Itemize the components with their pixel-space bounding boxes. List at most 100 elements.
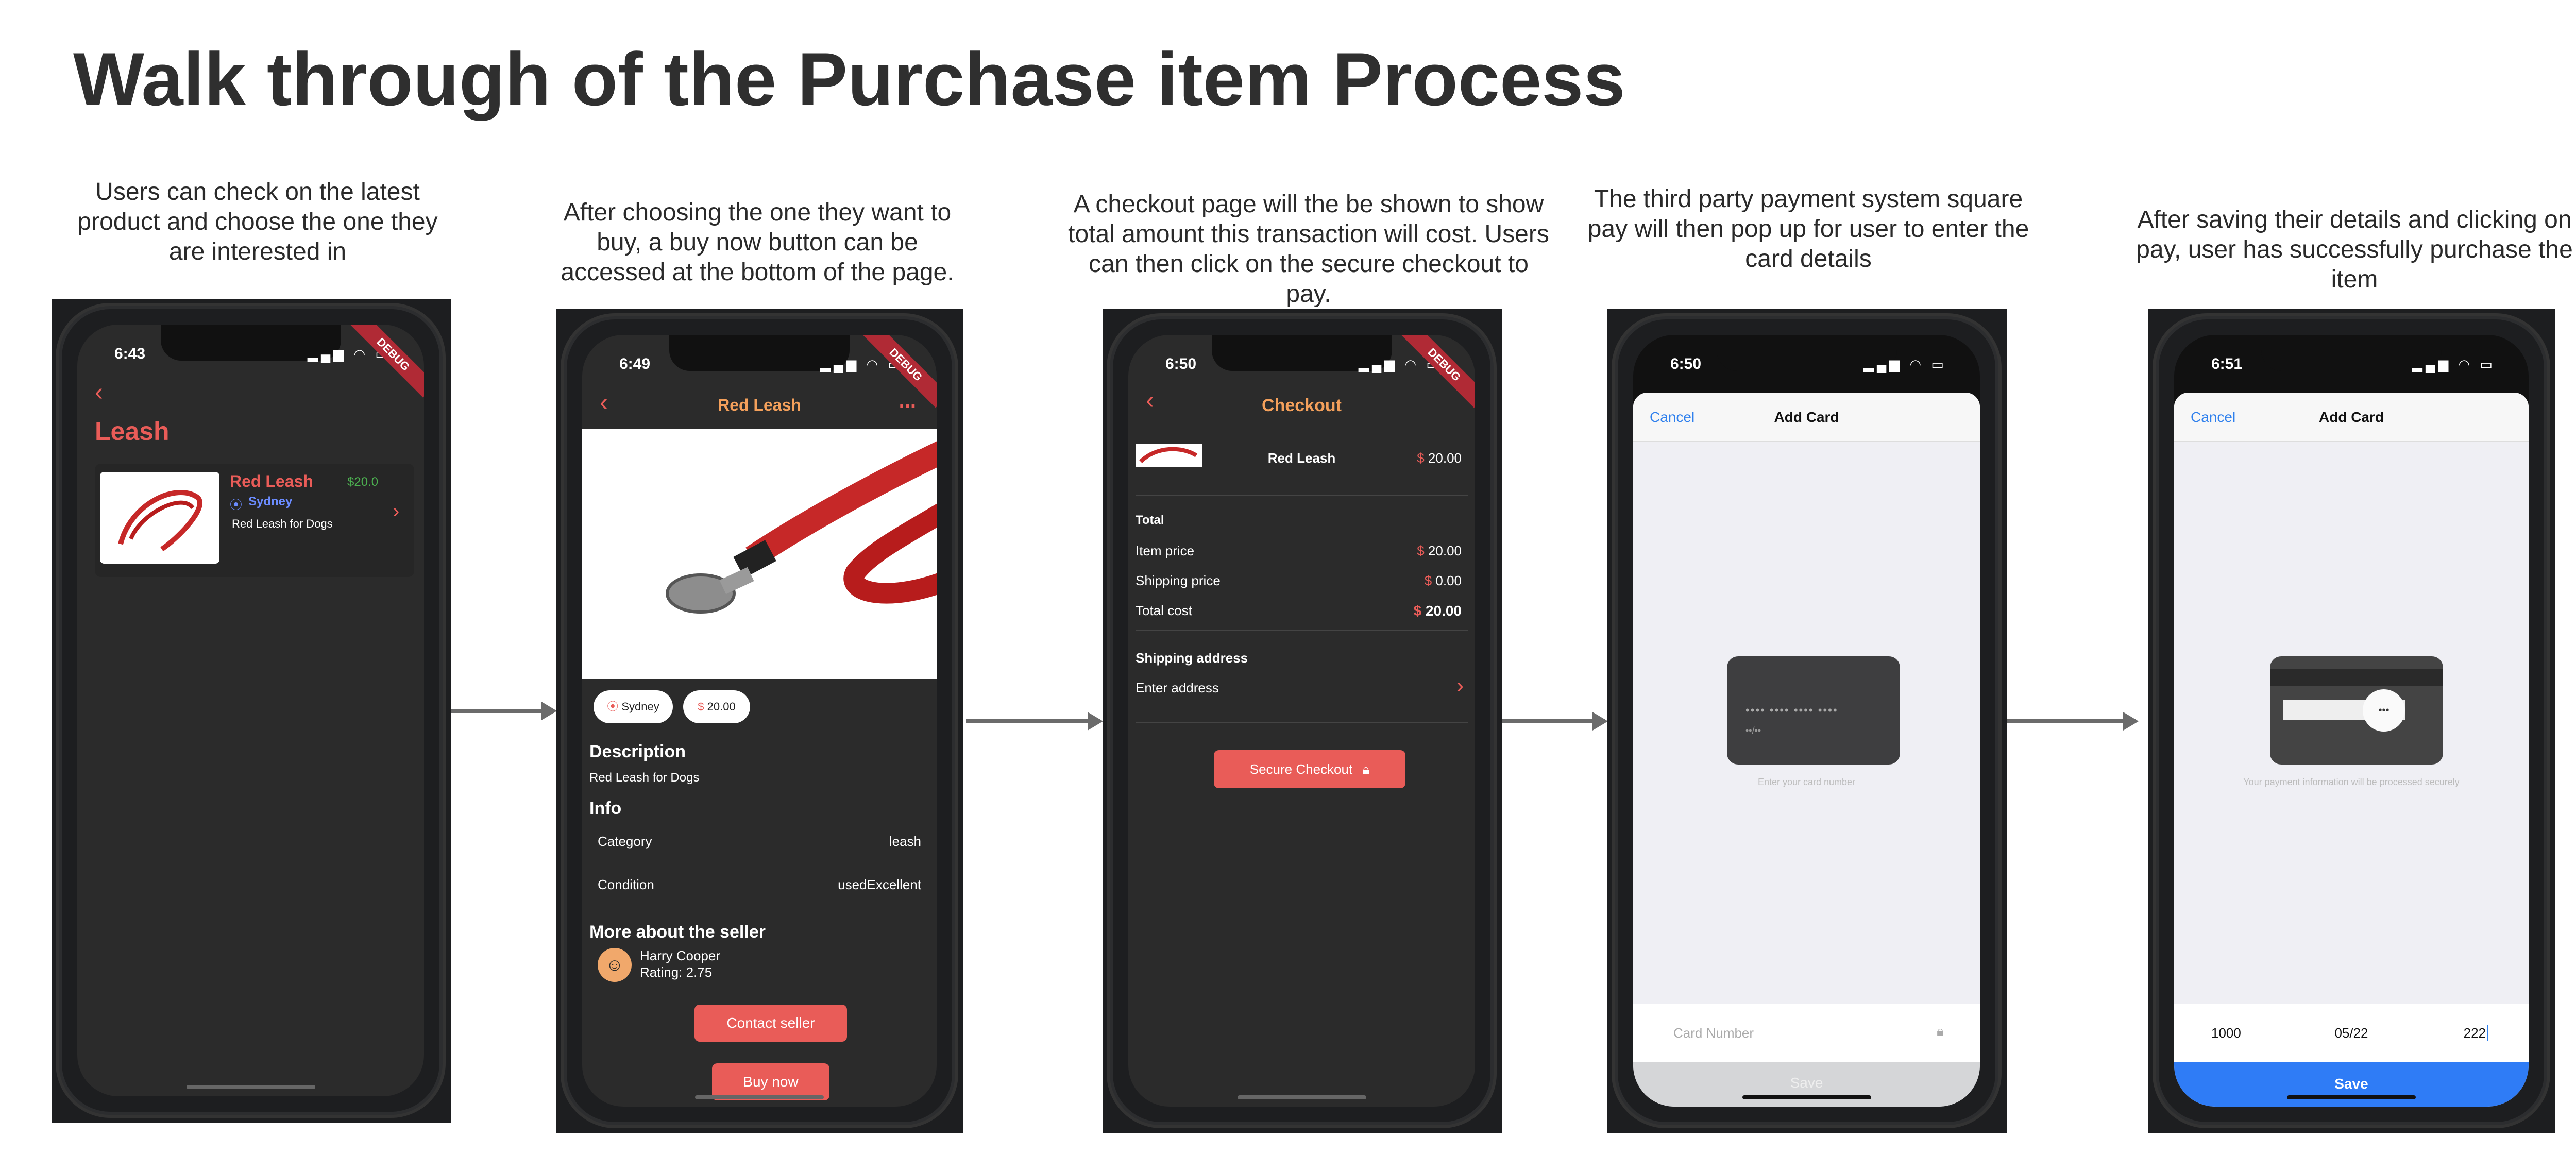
total-cost-value: 20.00 — [1425, 603, 1462, 619]
flow-arrow — [1502, 712, 1608, 731]
location-pin-icon: ⦿ — [230, 498, 242, 512]
shipping-price-value: 0.00 — [1435, 573, 1462, 588]
product-thumbnail — [100, 472, 219, 564]
flow-arrow — [451, 702, 557, 720]
shipping-address-heading: Shipping address — [1136, 650, 1248, 666]
info-heading: Info — [589, 799, 622, 818]
home-indicator — [1237, 1095, 1366, 1099]
product-location: Sydney — [248, 495, 293, 508]
description-heading: Description — [589, 742, 686, 761]
price-chip: $ 20.00 — [683, 690, 750, 723]
enter-address-label: Enter address — [1136, 680, 1219, 695]
card-back-illustration: ••• — [2270, 656, 2443, 765]
chevron-right-icon: › — [393, 500, 400, 522]
phone-screen: 6:50 ▂▄▆ ◠ ▭ DEBUG ‹ Checkout Red Leash … — [1128, 335, 1475, 1107]
cvv-highlight: ••• — [2363, 689, 2405, 732]
phone-frame: 6:50 ▂▄▆ ◠ ▭ DEBUG ‹ Checkout Red Leash … — [1110, 316, 1494, 1125]
page-heading: Leash — [95, 417, 170, 446]
lock-icon: 🔒︎ — [1937, 1023, 1944, 1039]
screenshot-1: 6:43 ▂▄▆ ◠ ▭ DEBUG ‹ Leash Red Leash $20… — [52, 299, 451, 1123]
phone-frame: 6:50 ▂▄▆ ◠ ▭ Cancel Add Card •••• •••• •… — [1615, 316, 1998, 1125]
total-cost-value-wrap: $ 20.00 — [1414, 603, 1462, 619]
condition-label: Condition — [598, 877, 654, 892]
currency-symbol: $ — [1413, 603, 1422, 619]
card-number-field[interactable]: Card Number 🔒︎ — [1633, 1004, 1980, 1062]
item-price-value: 20.00 — [1428, 543, 1462, 558]
home-indicator — [186, 1085, 315, 1089]
screenshot-4: 6:50 ▂▄▆ ◠ ▭ Cancel Add Card •••• •••• •… — [1607, 309, 2007, 1133]
checkout-item-price-wrap: $ 20.00 — [1417, 450, 1462, 466]
item-price-label: Item price — [1136, 543, 1195, 558]
lock-icon: 🔒︎ — [1362, 761, 1370, 777]
currency-symbol: $ — [698, 700, 704, 713]
total-cost-label: Total cost — [1136, 603, 1192, 618]
caption-step-3: A checkout page will the be shown to sho… — [1068, 191, 1549, 308]
card-masked-expiry: ••/•• — [1745, 725, 1761, 736]
enter-address-row[interactable]: Enter address › — [1136, 673, 1468, 704]
product-image — [582, 429, 937, 679]
condition-value: usedExcellent — [838, 877, 921, 892]
divider — [1136, 722, 1468, 723]
description-text: Red Leash for Dogs — [589, 771, 700, 785]
caption-step-5: After saving their details and clicking … — [2136, 206, 2573, 293]
page-title: Walk through of the Purchase item Proces… — [73, 37, 1625, 121]
currency-symbol: $ — [1417, 450, 1425, 466]
card-hint: Enter your card number — [1757, 777, 1856, 787]
phone-frame: 6:49 ▂▄▆ ◠ ▭ DEBUG ‹ Red Leash ... ⦿ Syd… — [564, 316, 955, 1125]
status-time: 6:50 — [1670, 355, 1702, 372]
shipping-price-label: Shipping price — [1136, 573, 1221, 588]
location-chip: ⦿ Sydney — [594, 690, 673, 723]
product-name: Red Leash — [230, 472, 313, 490]
status-time: 6:50 — [1165, 355, 1197, 372]
flow-arrow — [966, 712, 1103, 731]
screenshot-3: 6:50 ▂▄▆ ◠ ▭ DEBUG ‹ Checkout Red Leash … — [1103, 309, 1502, 1133]
save-button[interactable]: Save — [1633, 1062, 1980, 1107]
total-heading: Total — [1136, 513, 1164, 527]
more-menu-icon[interactable]: ... — [899, 389, 916, 413]
contact-seller-button[interactable]: Contact seller — [694, 1005, 847, 1042]
home-indicator — [695, 1095, 824, 1099]
card-details-field[interactable]: 1000 05/22 222 — [2174, 1004, 2529, 1062]
status-icons: ▂▄▆ ◠ ▭ — [2412, 357, 2496, 372]
avatar: ☺ — [598, 948, 632, 982]
caption-step-4: The third party payment system square pa… — [1587, 185, 2029, 273]
home-indicator — [2287, 1095, 2416, 1099]
back-icon[interactable]: ‹ — [95, 378, 103, 406]
product-price: $20.0 — [347, 475, 379, 489]
screenshot-5: 6:51 ▂▄▆ ◠ ▭ Cancel Add Card ••• Your pa… — [2148, 309, 2555, 1133]
header-title: Red Leash — [718, 396, 801, 414]
card-masked-number: •••• •••• •••• •••• — [1745, 704, 1838, 717]
product-description: Red Leash for Dogs — [232, 517, 333, 530]
phone-screen: 6:49 ▂▄▆ ◠ ▭ DEBUG ‹ Red Leash ... ⦿ Syd… — [582, 335, 937, 1107]
cvv-value[interactable]: 222 — [2464, 1025, 2488, 1041]
sheet-header: Cancel Add Card — [1633, 393, 1980, 442]
home-indicator — [1742, 1095, 1871, 1099]
card-number-placeholder: Card Number — [1673, 1025, 1754, 1041]
payment-sheet: Cancel Add Card ••• Your payment informa… — [2174, 393, 2529, 1107]
sheet-title: Add Card — [1774, 409, 1839, 425]
flow-arrow — [2007, 712, 2139, 731]
phone-screen: 6:51 ▂▄▆ ◠ ▭ Cancel Add Card ••• Your pa… — [2174, 335, 2529, 1107]
screenshot-2: 6:49 ▂▄▆ ◠ ▭ DEBUG ‹ Red Leash ... ⦿ Syd… — [556, 309, 963, 1133]
phone-frame: 6:43 ▂▄▆ ◠ ▭ DEBUG ‹ Leash Red Leash $20… — [59, 306, 443, 1115]
location-pin-icon: ⦿ — [607, 700, 619, 713]
phone-frame: 6:51 ▂▄▆ ◠ ▭ Cancel Add Card ••• Your pa… — [2156, 316, 2547, 1125]
save-button[interactable]: Save — [2174, 1062, 2529, 1107]
sheet-header: Cancel Add Card — [2174, 393, 2529, 442]
location-chip-label: Sydney — [621, 700, 659, 713]
phone-screen: 6:43 ▂▄▆ ◠ ▭ DEBUG ‹ Leash Red Leash $20… — [77, 325, 424, 1096]
card-illustration: •••• •••• •••• •••• ••/•• — [1727, 656, 1900, 765]
caption-step-2: After choosing the one they want to buy,… — [561, 199, 954, 286]
product-card[interactable]: Red Leash $20.0 ⦿ Sydney Red Leash for D… — [95, 464, 414, 577]
status-time: 6:49 — [619, 355, 651, 372]
status-time: 6:43 — [114, 345, 146, 362]
seller-rating: Rating: 2.75 — [640, 964, 713, 980]
secure-checkout-label: Secure Checkout — [1249, 761, 1353, 777]
secure-checkout-button[interactable]: Secure Checkout 🔒︎ — [1214, 750, 1405, 788]
item-price-value-wrap: $ 20.00 — [1417, 543, 1462, 559]
currency-symbol: $ — [1417, 543, 1425, 558]
shipping-price-value-wrap: $ 0.00 — [1425, 573, 1462, 589]
phone-screen: 6:50 ▂▄▆ ◠ ▭ Cancel Add Card •••• •••• •… — [1633, 335, 1980, 1107]
sheet-title: Add Card — [2319, 409, 2384, 425]
seller-heading: More about the seller — [589, 922, 766, 942]
